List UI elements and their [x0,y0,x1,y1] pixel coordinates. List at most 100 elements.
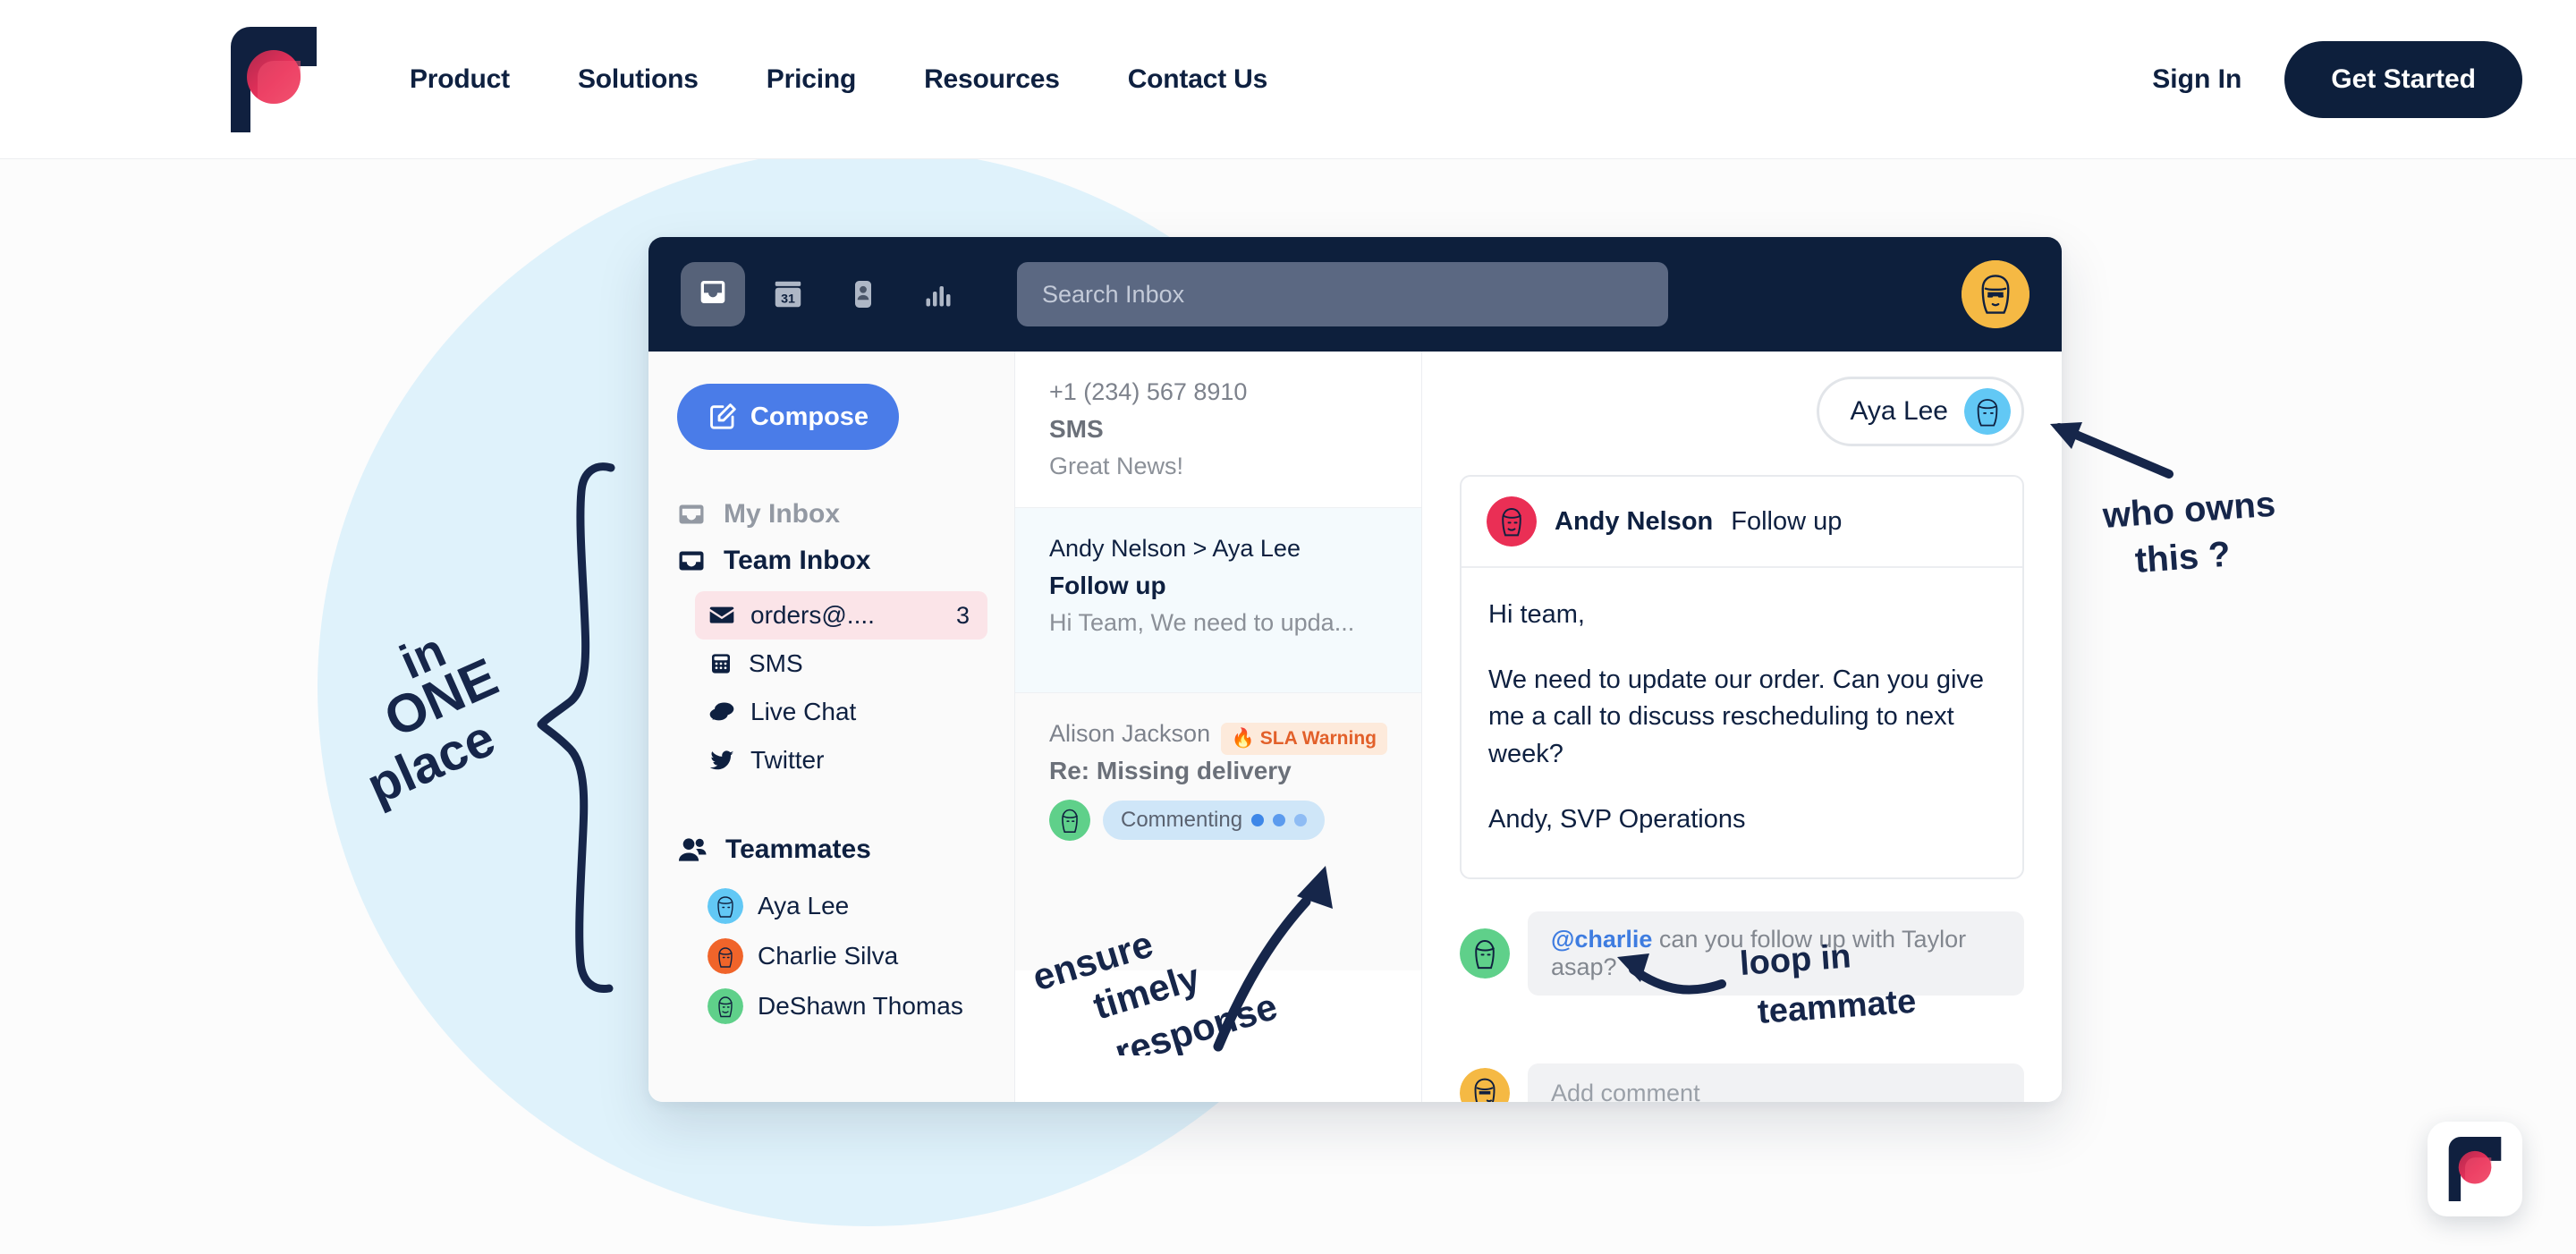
conversation-subject: Follow up [1049,572,1166,599]
message-header: Andy Nelson Follow up [1462,477,2022,568]
app-topbar-icons: 31 [681,262,970,326]
team-inbox-label: Team Inbox [724,546,871,575]
message-paragraph: We need to update our order. Can you giv… [1488,665,1985,768]
front-logo[interactable] [231,27,317,132]
header-actions: Sign In Get Started [2152,0,2522,159]
avatar [1049,800,1090,841]
message-paragraph: Hi team, [1488,600,1585,629]
message-sender: Andy Nelson [1555,506,1714,536]
conversation-preview: Great News! [1049,453,1184,479]
app-body: Compose My Inbox Team Inbox orders@.... … [648,352,2062,1102]
avatar [708,938,743,974]
sms-icon [712,654,730,674]
sidebar-item-twitter[interactable]: Twitter [695,736,987,784]
app-sidebar: Compose My Inbox Team Inbox orders@.... … [648,352,1015,1102]
compose-button[interactable]: Compose [677,384,899,450]
status-badge-label: SLA Warning [1259,727,1377,749]
inbox-icon [679,551,704,571]
typing-dot [1273,814,1286,826]
avatar [1460,1068,1510,1102]
avatar [1964,388,2011,435]
compose-label: Compose [750,402,869,431]
add-comment-row: Add comment [1460,1063,2024,1102]
conversation-detail: Aya Lee Andy Nelson Follow up Hi team, W… [1422,352,2062,1102]
chat-icon [709,702,734,721]
unread-badge: 3 [955,601,970,629]
sidebar-item-orders-email[interactable]: orders@.... 3 [695,591,987,640]
conversation-list-item[interactable]: Andy Nelson > Aya Lee Follow up Hi Team,… [1015,508,1421,693]
site-header: Product Solutions Pricing Resources Cont… [0,0,2576,159]
conversation-subject: Re: Missing delivery [1049,757,1292,784]
channel-label: Twitter [750,746,825,774]
analytics-icon[interactable] [906,262,970,326]
typing-dot [1294,814,1308,826]
add-comment-input[interactable]: Add comment [1528,1063,2024,1102]
message-card: Andy Nelson Follow up Hi team, We need t… [1460,475,2024,879]
nav-link-product[interactable]: Product [376,64,544,95]
svg-text:31: 31 [781,292,795,307]
nav-link-pricing[interactable]: Pricing [733,64,890,95]
avatar [1487,496,1537,547]
commenting-label: Commenting [1121,808,1243,832]
conversation-subject: SMS [1049,415,1104,443]
teammate-charlie-silva[interactable]: Charlie Silva [695,931,987,981]
calendar-icon[interactable]: 31 [756,262,820,326]
teammates-group: Teammates Aya Lee Charlie Silva DeShawn … [675,833,987,1031]
avatar [1460,928,1510,979]
teammates-list: Aya Lee Charlie Silva DeShawn Thomas [695,881,987,1031]
inbox-icon[interactable] [681,262,745,326]
message-subject: Follow up [1731,506,1843,536]
fire-icon: 🔥 [1231,727,1255,749]
teammate-deshawn-thomas[interactable]: DeShawn Thomas [695,981,987,1031]
main-nav: Product Solutions Pricing Resources Cont… [376,0,1301,159]
commenting-status: Commenting [1049,800,1387,841]
conversation-from: +1 (234) 567 8910 [1049,378,1248,405]
comment-item: @charlie can you follow up with Taylor a… [1460,911,2024,996]
avatar [708,888,743,924]
sidebar-item-team-inbox[interactable]: Team Inbox [675,545,987,577]
search-input[interactable] [1017,262,1668,326]
mention-chip[interactable]: @charlie [1551,926,1652,953]
channel-list: orders@.... 3 SMS Live Chat Twitter [695,591,987,784]
chat-widget-button[interactable] [2428,1122,2522,1216]
get-started-button[interactable]: Get Started [2284,41,2522,118]
sign-in-link[interactable]: Sign In [2152,64,2241,95]
typing-dot [1251,814,1265,826]
sidebar-item-teammates[interactable]: Teammates [675,833,987,867]
avatar [708,988,743,1024]
commenting-pill: Commenting [1103,801,1326,840]
nav-link-solutions[interactable]: Solutions [544,64,733,95]
teammate-name: Aya Lee [758,892,850,919]
envelope-icon [709,606,734,623]
inbox-icon [679,504,704,524]
conversation-from: Andy Nelson > Aya Lee [1049,535,1301,562]
sidebar-item-sms[interactable]: SMS [695,640,987,688]
comment-text: @charlie can you follow up with Taylor a… [1528,911,2024,996]
sidebar-item-my-inbox[interactable]: My Inbox [675,498,987,530]
status-badge: 🔥 SLA Warning [1220,722,1387,755]
sidebar-item-live-chat[interactable]: Live Chat [695,688,987,736]
avatar[interactable] [1962,260,2029,328]
teammate-name: DeShawn Thomas [758,992,963,1020]
conversation-preview: Hi Team, We need to upda... [1049,609,1355,636]
assignee-chip[interactable]: Aya Lee [1817,377,2024,446]
compose-icon [710,403,736,429]
nav-link-resources[interactable]: Resources [890,64,1094,95]
conversation-list-item[interactable]: Alison Jackson 🔥 SLA Warning Re: Missing… [1015,693,1421,970]
channel-label: SMS [749,649,803,677]
teammates-label: Teammates [725,835,871,864]
nav-link-contact-us[interactable]: Contact Us [1094,64,1301,95]
assignee-name: Aya Lee [1850,396,1948,426]
conversation-list-item[interactable]: +1 (234) 567 8910 SMS Great News! [1015,352,1421,508]
teammate-aya-lee[interactable]: Aya Lee [695,881,987,931]
landing-page: Product Solutions Pricing Resources Cont… [0,0,2576,1254]
twitter-icon [709,750,734,770]
contacts-icon[interactable] [831,262,895,326]
channel-label: Live Chat [750,698,857,725]
message-body: Hi team, We need to update our order. Ca… [1462,568,2022,877]
app-window-mockup: 31 Search Inbox Compose My Inbox Team In… [648,237,2062,1102]
conversation-from: Alison Jackson [1049,720,1211,747]
front-logo-icon [2448,1137,2502,1201]
my-inbox-label: My Inbox [724,499,841,529]
people-icon [678,838,707,861]
